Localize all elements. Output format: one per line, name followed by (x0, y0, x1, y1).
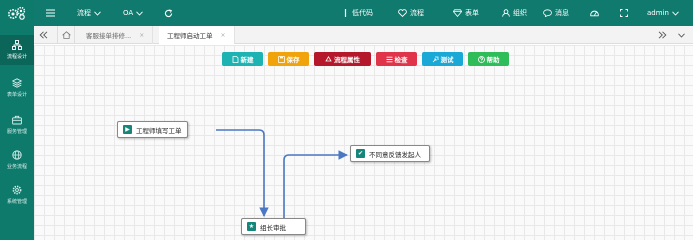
app-logo[interactable] (0, 0, 34, 26)
new-file-icon (232, 55, 238, 63)
designer-toolbar: 新建 保存 流程属性 检查 测试 帮助 (34, 52, 693, 66)
nav-label: 低代码 (352, 9, 373, 17)
vertical-bar-icon (344, 9, 347, 17)
node-leader-approve[interactable]: ★ 组长审批 (241, 218, 306, 235)
check-icon: ✔ (356, 149, 365, 158)
user-menu-dropdown[interactable]: admin (647, 0, 679, 26)
chat-icon (543, 9, 552, 17)
flow-properties-button[interactable]: 流程属性 (314, 52, 371, 66)
chevron-down-icon (136, 10, 144, 16)
nav-lowcode[interactable]: 低代码 (342, 0, 373, 26)
nav-label: 组织 (513, 9, 527, 17)
chevron-down-icon (94, 10, 101, 16)
sidebar-item-system[interactable]: 系统管理 (0, 180, 34, 210)
share-icon (432, 56, 438, 62)
tabs-scroll-left-button[interactable] (36, 26, 50, 44)
node-label: 工程师填写工单 (136, 126, 182, 135)
close-icon[interactable]: × (139, 32, 144, 39)
list-icon (386, 56, 392, 62)
sidebar-item-label: 表单设计 (6, 92, 27, 98)
username: admin (647, 9, 669, 17)
menu-toggle-button[interactable] (46, 0, 55, 26)
tabs-scroll-right-button[interactable] (655, 26, 669, 44)
button-label: 测试 (440, 56, 454, 64)
settings-icon (12, 185, 22, 195)
sidebar-item-label: 系统管理 (6, 199, 27, 205)
nav-flow[interactable]: 流程 (398, 0, 424, 26)
sidebar-item-service[interactable]: 服务管理 (0, 110, 34, 140)
fullscreen-icon (620, 9, 628, 17)
node-reject-feedback[interactable]: ✔ 不同意反馈发起人 (350, 145, 430, 162)
star-icon: ★ (247, 222, 256, 231)
sidebar: 流程设计 表单设计 服务管理 业务流程 系统管理 (0, 0, 34, 240)
new-button[interactable]: 新建 (222, 52, 263, 66)
flow-canvas[interactable] (34, 45, 693, 240)
briefcase-icon (12, 115, 22, 125)
node-label: 组长审批 (260, 223, 286, 232)
button-label: 新建 (240, 56, 254, 64)
check-button[interactable]: 检查 (376, 52, 417, 66)
top-navbar: 流程 OA 低代码 流程 表单 组织 消息 admin (34, 0, 693, 26)
menu-flow-dropdown[interactable]: 流程 (77, 0, 101, 26)
recycle-icon (325, 55, 332, 61)
menu-oa-dropdown[interactable]: OA (123, 0, 144, 26)
tab-label: 客服接单排修... (86, 32, 132, 40)
tab-label: 工程师启动工单 (167, 32, 213, 40)
speed-button[interactable] (590, 0, 599, 26)
chevron-down-icon (677, 32, 685, 38)
save-button[interactable]: 保存 (268, 52, 309, 66)
sidebar-item-label: 服务管理 (6, 129, 27, 135)
nav-label: 消息 (555, 9, 569, 17)
save-icon (277, 55, 285, 63)
sidebar-item-flow-design[interactable]: 流程设计 (0, 35, 34, 65)
button-label: 帮助 (486, 56, 500, 64)
help-button[interactable]: 帮助 (468, 52, 509, 66)
sidebar-item-form-design[interactable]: 表单设计 (0, 73, 34, 103)
sidebar-item-label: 流程设计 (6, 54, 27, 60)
nav-org[interactable]: 组织 (502, 0, 527, 26)
hamburger-icon (46, 9, 55, 17)
tab-home[interactable] (57, 26, 75, 44)
refresh-icon (164, 8, 173, 17)
double-chevron-left-icon (39, 31, 47, 39)
dashboard-icon (590, 10, 599, 17)
heart-icon (398, 9, 407, 17)
test-button[interactable]: 测试 (422, 52, 463, 66)
globe-icon (12, 150, 22, 160)
user-icon (502, 9, 510, 17)
flow-design-icon (12, 40, 22, 50)
button-label: 流程属性 (334, 56, 360, 64)
node-engineer-fill[interactable]: ▶ 工程师填写工单 (117, 121, 188, 138)
tab-engineer-start[interactable]: 工程师启动工单 × (159, 26, 235, 44)
menu-label: OA (123, 9, 134, 17)
help-icon (477, 55, 485, 63)
diamond-icon (453, 9, 462, 17)
sidebar-item-label: 业务流程 (6, 164, 27, 170)
nav-label: 表单 (465, 9, 479, 17)
refresh-button[interactable] (164, 0, 173, 26)
nav-label: 流程 (410, 9, 424, 17)
button-label: 检查 (394, 56, 408, 64)
node-label: 不同意反馈发起人 (369, 150, 421, 159)
sidebar-item-business-flow[interactable]: 业务流程 (0, 145, 34, 175)
gears-icon (8, 6, 26, 20)
tab-service-order[interactable]: 客服接单排修... × (78, 26, 154, 44)
close-icon[interactable]: × (221, 32, 226, 39)
button-label: 保存 (286, 56, 300, 64)
tabs-menu-button[interactable] (674, 26, 688, 44)
menu-label: 流程 (77, 9, 91, 17)
tab-bar: 客服接单排修... × 工程师启动工单 × (34, 26, 693, 44)
nav-form[interactable]: 表单 (453, 0, 479, 26)
play-icon: ▶ (123, 125, 132, 134)
home-icon (61, 31, 71, 39)
fullscreen-button[interactable] (620, 0, 628, 26)
layers-icon (12, 78, 22, 88)
chevron-down-icon (672, 10, 679, 16)
nav-messages[interactable]: 消息 (543, 0, 569, 26)
double-chevron-right-icon (658, 31, 666, 39)
